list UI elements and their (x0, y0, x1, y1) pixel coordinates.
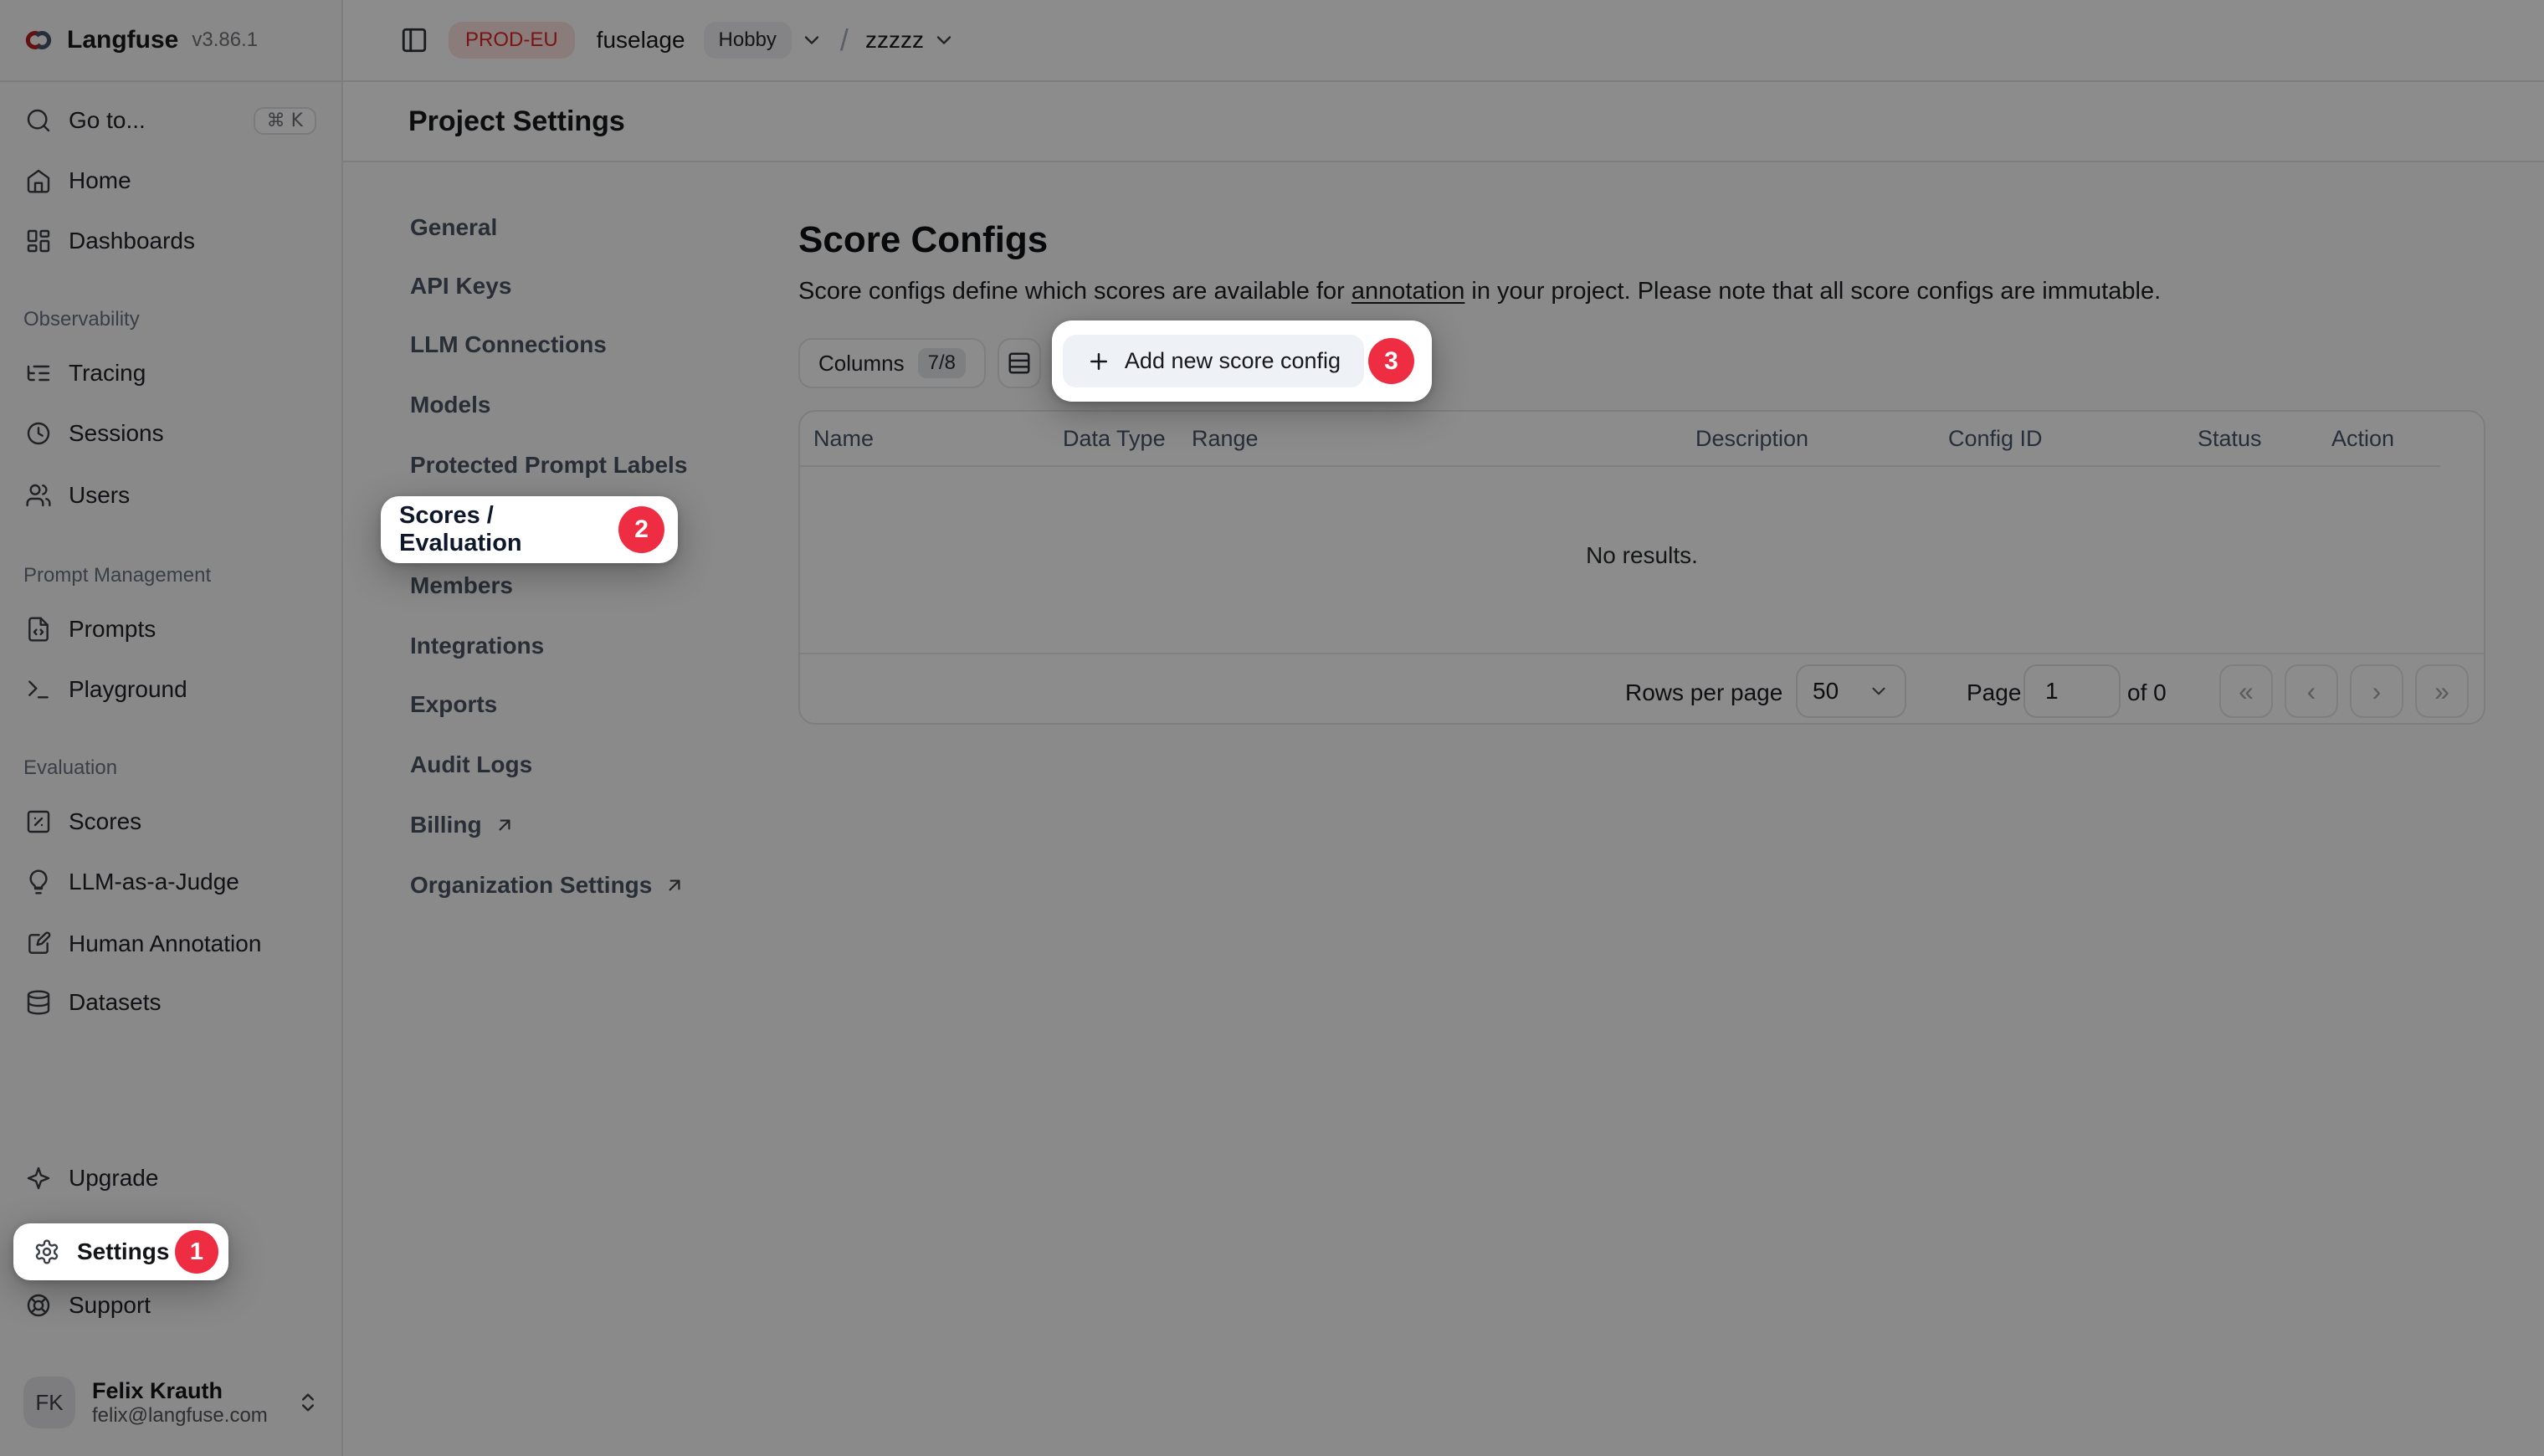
app-window: PROD-EU fuselage Hobby / zzzzz Project S… (0, 0, 2544, 1456)
add-button-label: Add new score config (1125, 348, 1341, 374)
tour-dim-overlay (0, 0, 2544, 1456)
add-new-score-config-button[interactable]: Add new score config (1063, 335, 1364, 387)
tour-step-badge-1: 1 (175, 1230, 218, 1274)
sidebar-item-settings[interactable]: Settings 1 (13, 1223, 228, 1280)
sidebar-item-label: Settings (77, 1238, 169, 1265)
settings-nav-scores-evaluation[interactable]: Scores / Evaluation 2 (381, 496, 678, 563)
settings-nav-label: Scores / Evaluation (399, 502, 618, 557)
tour-step-badge-3: 3 (1368, 338, 1414, 384)
add-score-config-spotlight: Add new score config 3 (1052, 320, 1432, 402)
gear-icon (33, 1238, 60, 1265)
plus-icon (1086, 349, 1111, 374)
tour-step-badge-2: 2 (618, 506, 664, 553)
